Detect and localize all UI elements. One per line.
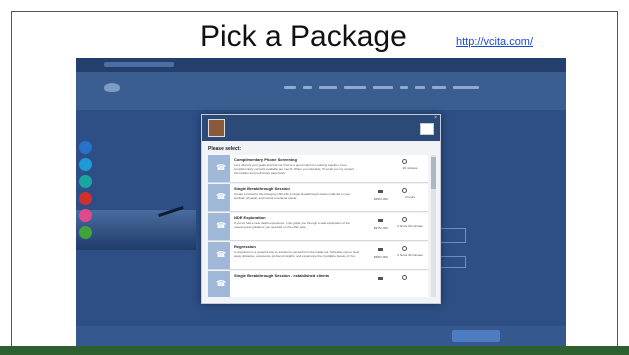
phone-icon: ☎ [208, 184, 230, 211]
nav-item[interactable] [432, 86, 446, 89]
credit-card-icon [378, 190, 383, 193]
service-title: Single Breakthrough Session [234, 186, 290, 191]
social-button-icon[interactable] [79, 226, 92, 239]
service-description: Let's discuss your goals and find out if… [234, 163, 354, 175]
service-item[interactable]: ☎ NDE Exploration If you've had a near d… [208, 213, 428, 241]
scrollbar-thumb[interactable] [431, 157, 436, 189]
nav-item[interactable] [284, 86, 296, 89]
social-button-icon[interactable] [79, 158, 92, 171]
vcita-link[interactable]: http://vcita.com/ [456, 36, 533, 48]
slide-title: Pick a Package [200, 20, 407, 53]
service-title: Single Breakthrough Session - establishe… [234, 273, 330, 278]
phone-icon: ☎ [208, 213, 230, 240]
nav-item[interactable] [373, 86, 393, 89]
nav-item[interactable] [303, 86, 312, 89]
service-item[interactable]: ☎ Single Breakthrough Session - establis… [208, 271, 428, 297]
credit-card-icon [378, 248, 383, 251]
phone-icon: ☎ [208, 271, 230, 297]
service-duration: 30 minutes [402, 166, 418, 170]
service-price: $250 USD [374, 197, 388, 201]
social-button-icon[interactable] [79, 209, 92, 222]
nav-item[interactable] [319, 86, 337, 89]
close-icon[interactable]: × [434, 115, 437, 121]
background-box [438, 256, 466, 268]
service-title: Complimentary Phone Screening [234, 157, 297, 162]
service-title: Regression [234, 244, 256, 249]
background-box [438, 228, 466, 243]
service-description: If you've had a near death experience, I… [234, 221, 350, 229]
footer-button[interactable] [452, 330, 500, 342]
nav-item[interactable] [415, 86, 425, 89]
clock-icon [402, 217, 407, 222]
avatar [208, 119, 225, 137]
site-logo-icon[interactable] [104, 83, 120, 92]
service-duration: 2 hours 30 minutes [397, 224, 423, 228]
logo-badge [420, 123, 434, 135]
clock-icon [402, 159, 407, 164]
package-modal: × Please select: ☎ Complimentary Phone S… [201, 114, 441, 304]
service-item[interactable]: ☎ Single Breakthrough Session Create a p… [208, 184, 428, 212]
nav-item[interactable] [344, 86, 366, 89]
clock-icon [402, 188, 407, 193]
phone-icon: ☎ [208, 242, 230, 269]
phone-icon: ☎ [208, 155, 230, 182]
bottom-bar [0, 346, 629, 355]
sunset-image [76, 210, 196, 250]
nav-menu [284, 86, 479, 89]
service-item[interactable]: ☎ Regression A regression is a powerful … [208, 242, 428, 270]
site-navigation [76, 72, 566, 110]
service-price: $375 USD [374, 226, 388, 230]
modal-header: × [202, 115, 440, 141]
slide: Pick a Package http://vcita.com/ × Pleas… [0, 0, 629, 355]
social-button-icon[interactable] [79, 141, 92, 154]
service-description: A regression is a powerful way to transf… [234, 250, 360, 258]
service-title: NDE Exploration [234, 215, 266, 220]
service-price: $250 USD [374, 255, 388, 259]
service-item[interactable]: ☎ Complimentary Phone Screening Let's di… [208, 155, 428, 183]
credit-card-icon [378, 277, 383, 280]
address-bar[interactable] [104, 62, 174, 67]
browser-toolbar [76, 58, 566, 72]
service-description: Create a powerful, life-changing shift w… [234, 192, 351, 200]
credit-card-icon [378, 219, 383, 222]
nav-item[interactable] [453, 86, 479, 89]
service-duration: 2 hours 30 minutes [397, 253, 423, 257]
service-list: ☎ Complimentary Phone Screening Let's di… [208, 155, 430, 297]
social-button-icon[interactable] [79, 192, 92, 205]
service-duration: 2 hours [404, 195, 415, 199]
clock-icon [402, 275, 407, 280]
select-prompt: Please select: [208, 146, 242, 152]
nav-item[interactable] [400, 86, 408, 89]
social-button-icon[interactable] [79, 175, 92, 188]
clock-icon [402, 246, 407, 251]
social-buttons [79, 141, 92, 239]
